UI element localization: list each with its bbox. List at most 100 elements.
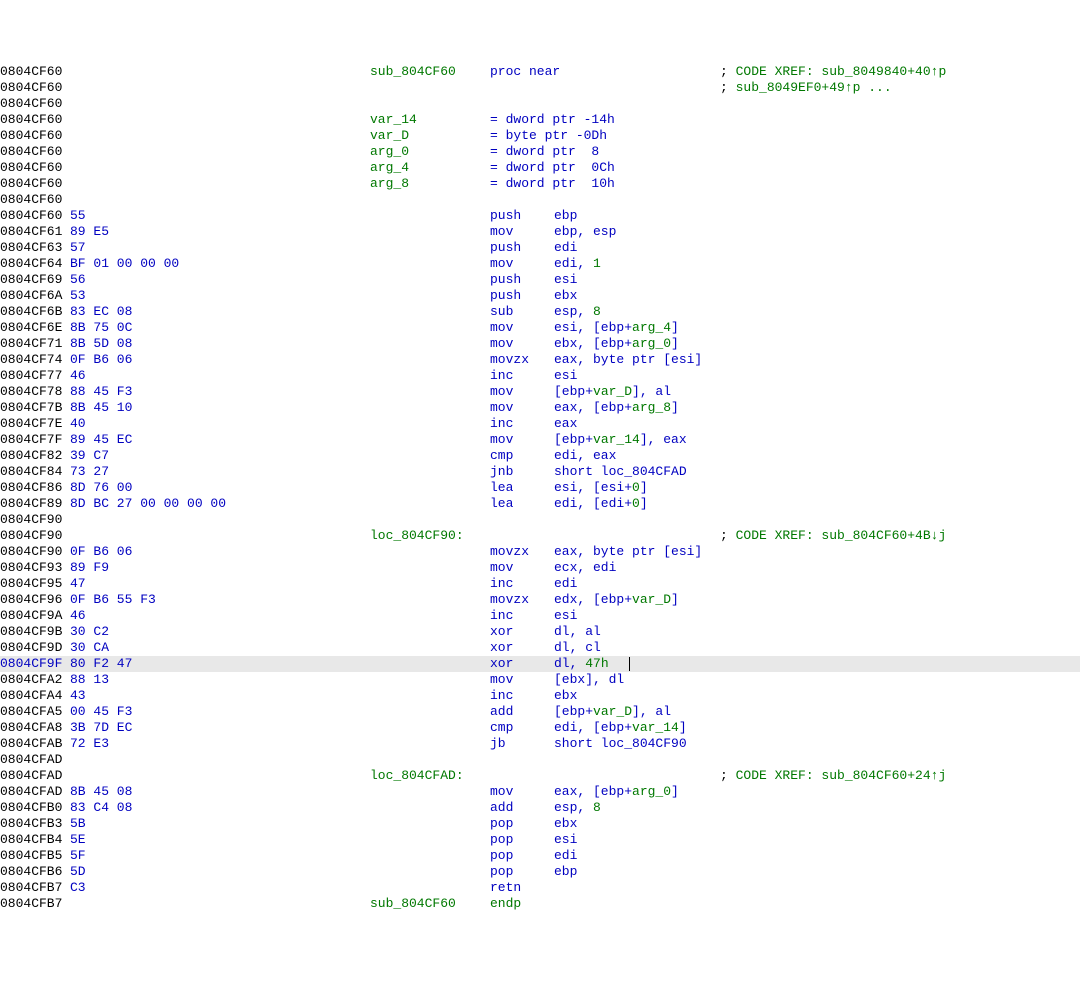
address: 0804CFA2 — [0, 672, 70, 688]
asm-line[interactable]: 0804CF9A 46incesi — [0, 608, 1080, 624]
asm-line[interactable]: 0804CF7B 8B 45 10moveax, [ebp+arg_8] — [0, 400, 1080, 416]
asm-line[interactable]: 0804CF60 var_D= byte ptr -0Dh — [0, 128, 1080, 144]
hex-bytes: 0F B6 06 — [70, 352, 370, 368]
operands: dl, cl — [554, 640, 601, 656]
operands: eax, [ebp+arg_0] — [554, 784, 679, 800]
hex-bytes: 88 13 — [70, 672, 370, 688]
hex-bytes: 0F B6 55 F3 — [70, 592, 370, 608]
address: 0804CFA4 — [0, 688, 70, 704]
operands: esi — [554, 832, 577, 848]
label — [370, 224, 490, 240]
asm-line[interactable]: 0804CF63 57pushedi — [0, 240, 1080, 256]
asm-line[interactable]: 0804CF90 loc_804CF90:; CODE XREF: sub_80… — [0, 528, 1080, 544]
asm-line[interactable]: 0804CF69 56pushesi — [0, 272, 1080, 288]
asm-line[interactable]: 0804CFAB 72 E3jbshort loc_804CF90 — [0, 736, 1080, 752]
address: 0804CFB0 — [0, 800, 70, 816]
asm-line[interactable]: 0804CF82 39 C7cmpedi, eax — [0, 448, 1080, 464]
asm-line[interactable]: 0804CFB4 5Epopesi — [0, 832, 1080, 848]
asm-line[interactable]: 0804CF84 73 27jnbshort loc_804CFAD — [0, 464, 1080, 480]
asm-line[interactable]: 0804CF7E 40inceax — [0, 416, 1080, 432]
operands: ebx — [554, 688, 577, 704]
asm-line[interactable]: 0804CF64 BF 01 00 00 00movedi, 1 — [0, 256, 1080, 272]
mnemonic: movzx — [490, 592, 554, 608]
asm-line[interactable]: 0804CF7F 89 45 ECmov[ebp+var_14], eax — [0, 432, 1080, 448]
mnemonic: mov — [490, 784, 554, 800]
asm-line[interactable]: 0804CFAD — [0, 752, 1080, 768]
asm-line[interactable]: 0804CF60 55pushebp — [0, 208, 1080, 224]
xref-comment: ; CODE XREF: sub_804CF60+4B↓j — [720, 528, 946, 544]
asm-line[interactable]: 0804CF78 88 45 F3mov[ebp+var_D], al — [0, 384, 1080, 400]
asm-line[interactable]: 0804CF60 ; sub_8049EF0+49↑p ... — [0, 80, 1080, 96]
asm-line[interactable]: 0804CFB6 5Dpopebp — [0, 864, 1080, 880]
operands: esi — [554, 608, 577, 624]
asm-line[interactable]: 0804CFAD 8B 45 08moveax, [ebp+arg_0] — [0, 784, 1080, 800]
asm-line[interactable]: 0804CF6A 53pushebx — [0, 288, 1080, 304]
asm-line[interactable]: 0804CF74 0F B6 06movzxeax, byte ptr [esi… — [0, 352, 1080, 368]
operands: esi, [ebp+arg_4] — [554, 320, 679, 336]
address: 0804CF90 — [0, 512, 70, 528]
asm-line[interactable]: 0804CFA2 88 13mov[ebx], dl — [0, 672, 1080, 688]
operands: eax, byte ptr [esi] — [554, 544, 702, 560]
hex-bytes: 83 C4 08 — [70, 800, 370, 816]
label — [370, 592, 490, 608]
label — [370, 576, 490, 592]
address: 0804CF6A — [0, 288, 70, 304]
label — [370, 448, 490, 464]
asm-line[interactable]: 0804CF60 arg_4= dword ptr 0Ch — [0, 160, 1080, 176]
asm-line[interactable]: 0804CF9B 30 C2xordl, al — [0, 624, 1080, 640]
asm-line[interactable]: 0804CF96 0F B6 55 F3movzxedx, [ebp+var_D… — [0, 592, 1080, 608]
mnemonic: pop — [490, 864, 554, 880]
asm-line[interactable]: 0804CF60 sub_804CF60proc near; CODE XREF… — [0, 64, 1080, 80]
mnemonic: mov — [490, 384, 554, 400]
mnemonic: push — [490, 208, 554, 224]
asm-line[interactable]: 0804CF9D 30 CAxordl, cl — [0, 640, 1080, 656]
asm-line[interactable]: 0804CF86 8D 76 00leaesi, [esi+0] — [0, 480, 1080, 496]
asm-line[interactable]: 0804CF6B 83 EC 08subesp, 8 — [0, 304, 1080, 320]
mnemonic — [490, 528, 554, 544]
asm-line[interactable]: 0804CF95 47incedi — [0, 576, 1080, 592]
asm-line[interactable]: 0804CFB0 83 C4 08addesp, 8 — [0, 800, 1080, 816]
xref-comment: ; CODE XREF: sub_804CF60+24↑j — [720, 768, 946, 784]
hex-bytes: 43 — [70, 688, 370, 704]
asm-line[interactable]: 0804CF60 var_14= dword ptr -14h — [0, 112, 1080, 128]
asm-line[interactable]: 0804CF90 — [0, 512, 1080, 528]
hex-bytes: 30 C2 — [70, 624, 370, 640]
asm-line[interactable]: 0804CFAD loc_804CFAD:; CODE XREF: sub_80… — [0, 768, 1080, 784]
mnemonic — [490, 768, 554, 784]
asm-line[interactable]: 0804CFA5 00 45 F3add[ebp+var_D], al — [0, 704, 1080, 720]
asm-line[interactable]: 0804CF60 — [0, 96, 1080, 112]
asm-line[interactable]: 0804CF9F 80 F2 47xordl, 47h — [0, 656, 1080, 672]
asm-line[interactable]: 0804CF60 arg_8= dword ptr 10h — [0, 176, 1080, 192]
asm-line[interactable]: 0804CF89 8D BC 27 00 00 00 00leaedi, [ed… — [0, 496, 1080, 512]
mnemonic: jnb — [490, 464, 554, 480]
asm-line[interactable]: 0804CF71 8B 5D 08movebx, [ebp+arg_0] — [0, 336, 1080, 352]
hex-bytes — [70, 80, 370, 96]
mnemonic: = byte ptr -0Dh — [490, 128, 690, 144]
asm-line[interactable]: 0804CF90 0F B6 06movzxeax, byte ptr [esi… — [0, 544, 1080, 560]
operands: eax — [554, 416, 577, 432]
asm-line[interactable]: 0804CFB3 5Bpopebx — [0, 816, 1080, 832]
asm-line[interactable]: 0804CFB7 sub_804CF60endp — [0, 896, 1080, 912]
address: 0804CF6B — [0, 304, 70, 320]
hex-bytes: 83 EC 08 — [70, 304, 370, 320]
asm-line[interactable]: 0804CFA8 3B 7D ECcmpedi, [ebp+var_14] — [0, 720, 1080, 736]
asm-line[interactable]: 0804CF6E 8B 75 0Cmovesi, [ebp+arg_4] — [0, 320, 1080, 336]
mnemonic: = dword ptr 10h — [490, 176, 690, 192]
address: 0804CF96 — [0, 592, 70, 608]
label — [370, 848, 490, 864]
asm-line[interactable]: 0804CF77 46incesi — [0, 368, 1080, 384]
asm-line[interactable]: 0804CF93 89 F9movecx, edi — [0, 560, 1080, 576]
address: 0804CF74 — [0, 352, 70, 368]
asm-line[interactable]: 0804CFB5 5Fpopedi — [0, 848, 1080, 864]
asm-line[interactable]: 0804CF60 arg_0= dword ptr 8 — [0, 144, 1080, 160]
asm-line[interactable]: 0804CF60 — [0, 192, 1080, 208]
asm-line[interactable]: 0804CFA4 43incebx — [0, 688, 1080, 704]
hex-bytes: 5E — [70, 832, 370, 848]
asm-line[interactable]: 0804CF61 89 E5movebp, esp — [0, 224, 1080, 240]
address: 0804CF77 — [0, 368, 70, 384]
mnemonic — [490, 752, 554, 768]
label: var_14 — [370, 112, 490, 128]
disassembly-listing[interactable]: 0804CF60 sub_804CF60proc near; CODE XREF… — [0, 64, 1080, 912]
address: 0804CF78 — [0, 384, 70, 400]
label — [370, 432, 490, 448]
